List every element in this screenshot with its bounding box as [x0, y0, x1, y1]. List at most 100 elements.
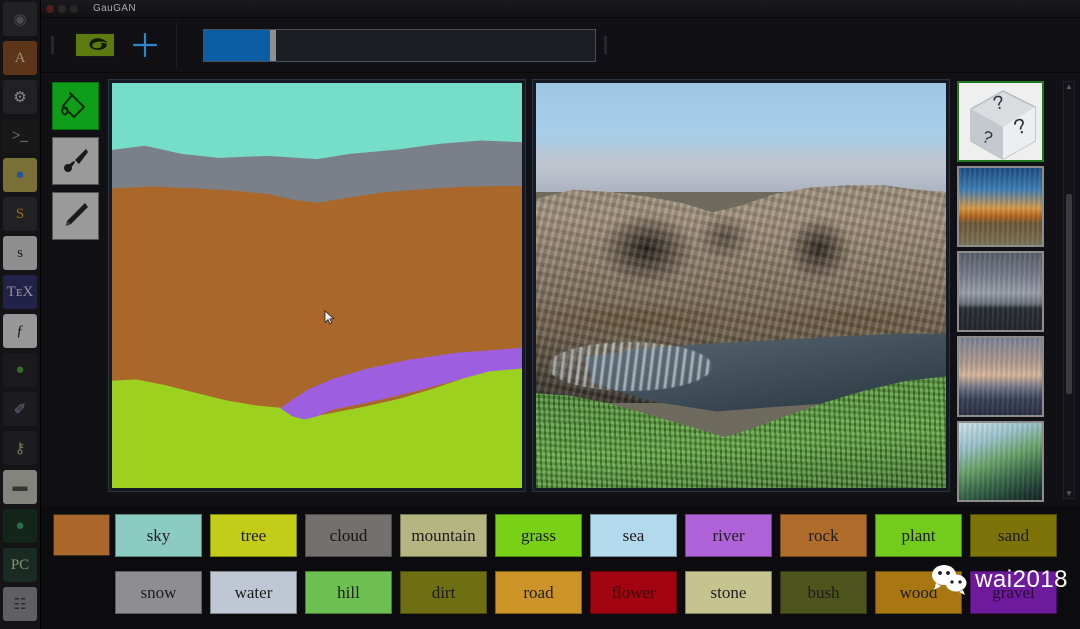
window-title: GauGAN: [93, 3, 136, 14]
gaugan-app-window: ◉ A ⚙ >_ ● Ss TᴇX ƒ ● ✐ ⚷ ▬ ● PC ☷ GauGAN: [0, 0, 1080, 629]
style-thumbnail-random-style[interactable]: ???: [957, 81, 1044, 162]
tool-palette: [45, 80, 105, 505]
dock-item-fontforge[interactable]: ƒ: [3, 314, 37, 348]
label-button-dirt[interactable]: dirt: [400, 571, 487, 614]
label-button-stone[interactable]: stone: [685, 571, 772, 614]
slider-fill: [204, 29, 271, 61]
app-window: GauGAN ? ? ? ▲ ▼ sky tree cloud mountain…: [41, 0, 1080, 629]
style-thumbnail-style-dusk-city[interactable]: [957, 336, 1044, 417]
label-button-text: wood: [899, 582, 938, 602]
brush-size-slider[interactable]: [203, 28, 596, 62]
label-button-bush[interactable]: bush: [780, 571, 867, 614]
dock-item-settings[interactable]: ⚙: [3, 80, 37, 114]
label-button-sky[interactable]: sky: [115, 514, 202, 557]
label-button-text: stone: [710, 582, 747, 602]
paintbrush-icon: [64, 149, 88, 172]
segmentation-canvas[interactable]: [108, 79, 526, 492]
label-button-tree[interactable]: tree: [210, 514, 297, 557]
label-button-cloud[interactable]: cloud: [305, 514, 392, 557]
dock-item-photo-tool[interactable]: ✐: [3, 392, 37, 426]
label-button-text: hill: [337, 582, 360, 602]
dock-item-archive[interactable]: ▬: [3, 470, 37, 504]
label-button-text: plant: [901, 525, 936, 545]
style-thumbnail-list: ???: [957, 80, 1057, 505]
generated-foam: [548, 342, 713, 391]
label-button-snow[interactable]: snow: [115, 571, 202, 614]
dock-item-gimp[interactable]: ●: [3, 353, 37, 387]
pencil-tool[interactable]: [51, 192, 99, 240]
generated-image-canvas[interactable]: [532, 79, 950, 492]
label-palette: sky tree cloud mountain grass sea river rock pla…: [41, 505, 1080, 629]
main-content: ??? ▲ ▼: [41, 73, 1080, 505]
minimize-button[interactable]: [58, 4, 66, 13]
label-button-text: tree: [240, 525, 267, 545]
label-button-text: road: [523, 582, 554, 602]
maximize-button[interactable]: [70, 4, 78, 13]
dock-item-texstudio[interactable]: TᴇX: [3, 275, 37, 309]
style-thumbnail-style-overcast-sea[interactable]: [957, 251, 1044, 332]
close-button[interactable]: [46, 4, 54, 13]
label-button-text: flower: [611, 582, 656, 602]
dock-item-show-apps[interactable]: ☷: [3, 587, 37, 621]
style-thumbnail-style-painted-landscape[interactable]: [957, 421, 1044, 502]
label-button-text: river: [712, 525, 745, 545]
current-color-swatch[interactable]: [53, 514, 110, 556]
generated-cloud: [536, 143, 946, 193]
brand-group: [58, 22, 177, 68]
label-button-gravel[interactable]: gravel: [970, 571, 1057, 614]
dock-item-pycharm[interactable]: PC: [3, 548, 37, 582]
label-button-text: grass: [521, 525, 556, 545]
label-button-text: mountain: [411, 525, 476, 545]
pencil-icon: [66, 203, 88, 226]
dock-item-files[interactable]: A: [3, 41, 37, 75]
label-button-grass[interactable]: grass: [495, 514, 582, 557]
scroll-up-arrow[interactable]: ▲: [1065, 82, 1073, 91]
dock-item-key-tool[interactable]: ⚷: [3, 431, 37, 465]
label-button-hill[interactable]: hill: [305, 571, 392, 614]
dock-item-chrome[interactable]: ●: [3, 158, 37, 192]
label-button-road[interactable]: road: [495, 571, 582, 614]
dock-item-anaconda[interactable]: ●: [3, 509, 37, 543]
dock-item-sublime[interactable]: S: [3, 197, 37, 231]
new-canvas-button[interactable]: [128, 28, 162, 62]
label-button-mountain[interactable]: mountain: [400, 514, 487, 557]
style-thumbnail-texture: [959, 423, 1042, 500]
style-scrollbar[interactable]: ▲ ▼: [1063, 81, 1075, 499]
label-button-text: rock: [808, 525, 839, 545]
label-row-2: snow water hill dirt road flower stone bush wood…: [115, 571, 1057, 614]
question-dice-icon: ???: [959, 83, 1042, 160]
slider-track[interactable]: [276, 30, 595, 61]
style-thumbnail-style-sunset-lake[interactable]: [957, 166, 1044, 247]
label-button-flower[interactable]: flower: [590, 571, 677, 614]
label-button-wood[interactable]: wood: [875, 571, 962, 614]
label-row-1: sky tree cloud mountain grass sea river rock pla…: [115, 514, 1057, 557]
arrow-cursor: [324, 310, 335, 325]
title-bar: GauGAN: [41, 0, 1080, 18]
label-button-text: gravel: [992, 582, 1035, 602]
label-button-sand[interactable]: sand: [970, 514, 1057, 557]
label-button-text: sea: [622, 525, 645, 545]
style-thumbnail-texture: [959, 253, 1042, 330]
label-button-rock[interactable]: rock: [780, 514, 867, 557]
scroll-down-arrow[interactable]: ▼: [1065, 489, 1073, 498]
label-button-text: water: [234, 582, 273, 602]
label-button-river[interactable]: river: [685, 514, 772, 557]
label-button-text: sky: [146, 525, 171, 545]
nvidia-eye-logo: [76, 33, 114, 57]
paint-bucket-tool[interactable]: [51, 82, 99, 130]
plus-icon: [132, 32, 158, 58]
label-button-text: snow: [140, 582, 177, 602]
dock-item-system[interactable]: ◉: [3, 2, 37, 36]
paint-bucket-icon: [61, 92, 86, 119]
toolbar: [41, 18, 1080, 73]
label-button-sea[interactable]: sea: [590, 514, 677, 557]
toolbar-divider-left: [51, 36, 54, 54]
dock-item-terminal[interactable]: >_: [3, 119, 37, 153]
label-button-water[interactable]: water: [210, 571, 297, 614]
label-button-plant[interactable]: plant: [875, 514, 962, 557]
paintbrush-tool[interactable]: [51, 137, 99, 185]
label-button-text: cloud: [329, 525, 368, 545]
style-thumbnail-texture: [959, 338, 1042, 415]
scrollbar-thumb[interactable]: [1066, 194, 1072, 394]
dock-item-skype[interactable]: s: [3, 236, 37, 270]
